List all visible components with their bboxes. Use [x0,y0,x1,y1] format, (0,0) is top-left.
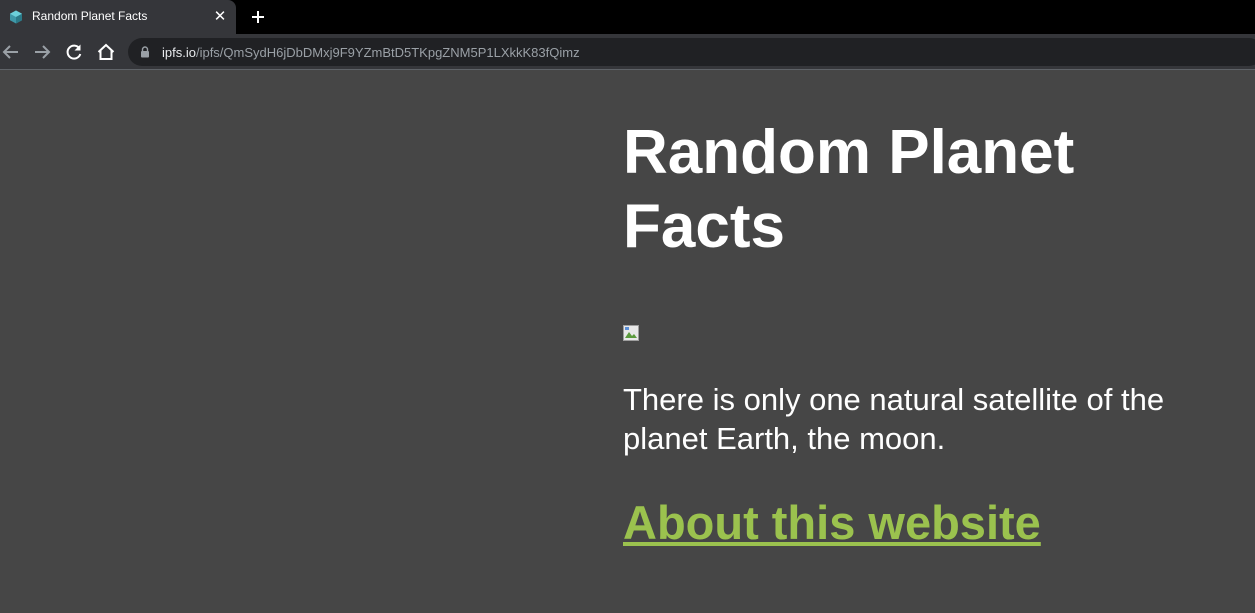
ipfs-cube-icon [10,10,22,24]
broken-image-icon [623,325,639,341]
browser-tab[interactable]: Random Planet Facts ✕ [0,0,236,34]
address-bar[interactable]: ipfs.io/ipfs/QmSydH6jDbDMxj9F9YZmBtD5TKp… [128,38,1255,66]
arrow-left-icon[interactable] [1,42,21,62]
tab-strip: Random Planet Facts ✕ [0,0,1255,34]
home-icon[interactable] [96,42,116,62]
lock-icon[interactable] [140,46,150,58]
url-text[interactable]: ipfs.io/ipfs/QmSydH6jDbDMxj9F9YZmBtD5TKp… [162,45,580,60]
about-website-link[interactable]: About this website [623,495,1041,551]
browser-toolbar: ipfs.io/ipfs/QmSydH6jDbDMxj9F9YZmBtD5TKp… [0,34,1255,70]
url-host: ipfs.io [162,45,196,60]
fact-text: There is only one natural satellite of t… [623,382,1165,456]
tab-title: Random Planet Facts [32,9,148,23]
reload-icon[interactable] [64,42,84,62]
arrow-right-icon[interactable] [32,42,52,62]
page-title: Random Planet Facts [623,118,1075,261]
close-icon[interactable]: ✕ [212,9,228,25]
plus-icon[interactable] [248,7,268,27]
url-path: /ipfs/QmSydH6jDbDMxj9F9YZmBtD5TKpgZNM5P1… [195,45,580,60]
